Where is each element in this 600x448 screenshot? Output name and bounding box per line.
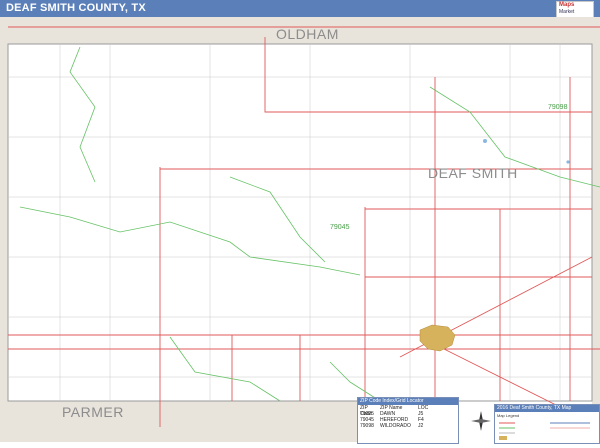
parmer-county-area (0, 401, 360, 442)
lake (483, 139, 487, 143)
east-edge-area (592, 17, 600, 442)
logo-text-bottom: Market (559, 9, 575, 15)
map-canvas (0, 17, 600, 442)
zip-table-title: ZIP Code Index/Grid Locator (358, 398, 458, 405)
map-legend: 2016 Deaf Smith County, TX Map Map Legen… (494, 404, 600, 444)
legend-symbols (499, 422, 590, 440)
compass-icon (471, 411, 491, 431)
legend-title: 2016 Deaf Smith County, TX Map (495, 405, 599, 412)
zip-label: 79098 (548, 104, 568, 111)
title-bar: DEAF SMITH COUNTY, TX Maps Market (0, 0, 600, 18)
map-area[interactable]: OLDHAM DEAF SMITH PARMER 79098 79045 (0, 17, 600, 442)
zip-index-table: ZIP Code Index/Grid Locator ZIP Code ZIP… (357, 397, 459, 444)
table-cell: 79098 (360, 423, 374, 429)
zip-label: 79045 (330, 224, 350, 231)
table-cell: J2 (418, 423, 424, 429)
publisher-logo: Maps Market (556, 1, 594, 18)
west-edge-area (0, 17, 8, 442)
table-row: 79098 WILDORADO J2 (358, 423, 458, 429)
county-label-north: OLDHAM (276, 26, 339, 42)
table-cell: WILDORADO (380, 423, 411, 429)
county-label-center: DEAF SMITH (428, 165, 518, 181)
logo-text-top: Maps (559, 2, 575, 8)
legend-subtitle: Map Legend (497, 413, 520, 418)
map-title: DEAF SMITH COUNTY, TX (6, 2, 146, 14)
lake (566, 160, 570, 164)
county-label-southwest: PARMER (62, 404, 124, 420)
